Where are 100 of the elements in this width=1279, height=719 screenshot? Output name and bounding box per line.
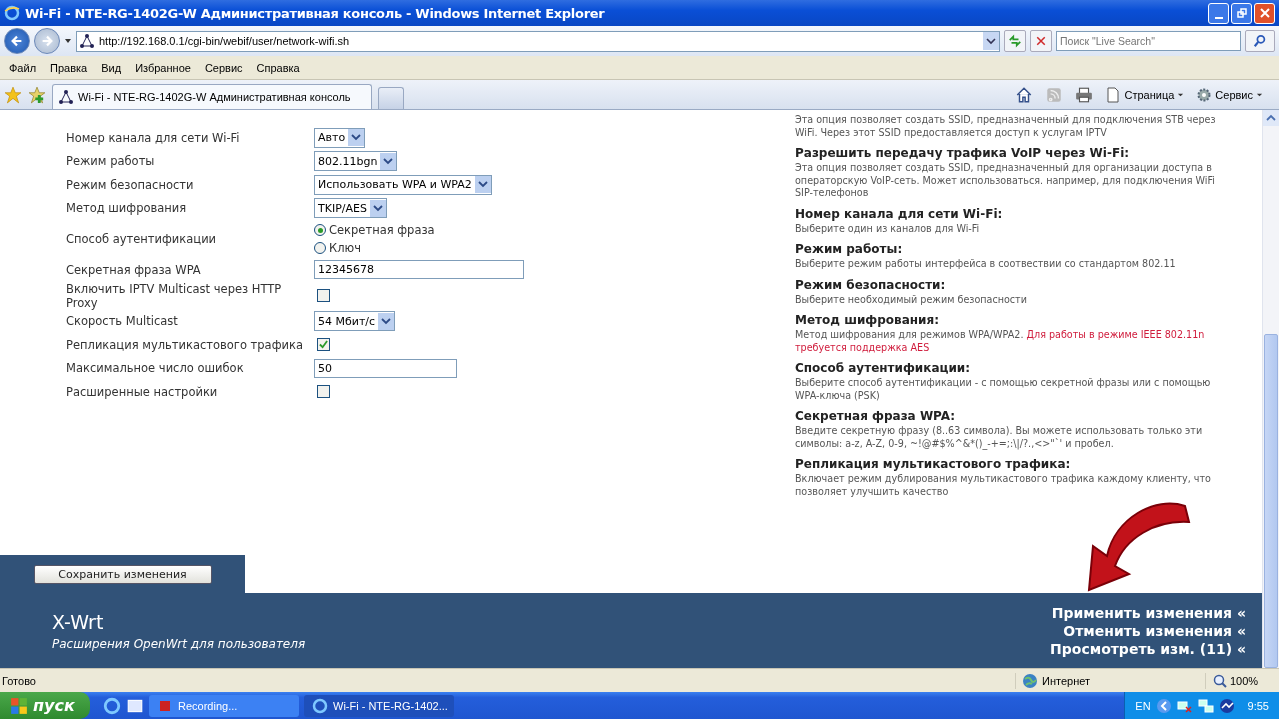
help-text: Метод шифрования для режимов WPA/WPA2. Для работы в режиме IEEE 802.11n требуется поддержка AES [795,329,1206,354]
help-text: Выберите режим работы интерфейса в соотвествии со стандартом 802.11 [795,258,1177,271]
footer-link[interactable]: Отменить изменения « [1063,622,1246,639]
footer-link[interactable]: Применить изменения « [1051,604,1246,621]
help-heading: Режим работы: [795,241,904,258]
network-icon [79,33,95,49]
browser-logo-icon [4,5,20,21]
search-button[interactable] [1245,30,1275,52]
security-zone: Интернет [1015,672,1205,689]
brand-tagline: Расширения OpenWrt для пользователя [52,636,306,651]
scrollbar[interactable] [1262,110,1279,668]
add-favorite-icon[interactable] [28,85,46,104]
help-heading: Способ аутентификации: [795,360,971,377]
browser-logo-icon [312,697,328,714]
stop-icon [1035,35,1047,47]
radio-label: Ключ [329,241,361,255]
page-icon [1105,86,1122,103]
field-label: Репликация мультикастового трафика [66,337,304,352]
start-button[interactable]: пуск [0,692,90,719]
brand-name: X-Wrt [52,610,105,633]
chevron-left-icon[interactable] [1155,697,1172,714]
footer-link[interactable]: Просмотреть изм. (11) « [1050,640,1246,657]
dropdown[interactable]: Использовать WPA и WPA2 [314,174,492,195]
caret-icon [1256,91,1263,98]
field-label: Расширенные настройки [66,384,219,399]
field-label: Включить IPTV Multicast через HTTP Proxy [66,281,283,310]
help-text: Включает режим дублирования мультикастового трафика каждому клиенту, что позволяет улучшить качество [795,473,1212,498]
field-label: Способ аутентификации [66,232,218,246]
field-label: Секретная фраза WPA [66,262,202,277]
menu-item[interactable]: Избранное [128,59,198,76]
close-button[interactable] [1254,2,1275,24]
help-text: Введите секретную фразу (8..63 символа). Вы можете использовать только эти символы: a-z, A-Z, 0-9, ~!@#$%^&*()_-+=;:\|/?.,<>"`' и пробел. [795,425,1204,450]
menu-item[interactable]: Правка [43,59,95,76]
dropdown[interactable]: TKIP/AES [314,198,387,219]
caret-icon [1177,91,1185,98]
stop-button[interactable] [1030,30,1052,52]
text-field[interactable]: 50 [314,358,457,378]
menu-item[interactable]: Справка [249,59,307,76]
status-text: Готово [2,674,37,687]
restore-button[interactable] [1231,2,1252,24]
dropdown[interactable]: 54 Мбит/с [314,311,396,332]
menu-item[interactable]: Сервис [197,59,250,76]
radio-button[interactable] [314,224,326,236]
search-icon [1253,34,1267,48]
browser-launch-icon[interactable] [103,696,121,715]
restore-icon [1236,8,1247,18]
radio-button[interactable] [314,242,326,254]
minimize-button[interactable] [1208,2,1229,24]
connection-icon[interactable] [1218,697,1235,714]
dropdown[interactable]: 802.11bgn [314,151,398,172]
search-field[interactable]: Поиск "Live Search" [1056,31,1241,51]
checkbox[interactable] [317,385,330,399]
caret-icon[interactable] [64,37,72,45]
text-field[interactable]: 12345678 [314,260,524,280]
checkbox[interactable] [317,338,330,352]
refresh-icon [1008,34,1022,48]
back-arrow-icon [10,34,24,48]
taskbar-task[interactable]: Wi-Fi - NTE-RG-1402... [304,694,454,717]
back-button[interactable] [4,28,30,54]
radio-label: Секретная фраза [329,223,435,237]
help-heading: Секретная фраза WPA: [795,408,957,425]
help-text: Выберите необходимый режим безопасности [795,293,1028,306]
address-field[interactable]: http://192.168.0.1/cgi-bin/webif/user/network-wifi.sh [76,30,1000,52]
printer-icon[interactable] [1075,85,1094,104]
help-text: Эта опция позволяет создать SSID, предназначенный для подключения STB через WiFi. Через этот SSID предоставляется доступ к услугам IPTV [795,114,1217,139]
help-heading: Номер канала для сети Wi-Fi: [795,205,1004,223]
help-text: Выберите способ аутентификации - с помощью секретной фразы или с помощью WPA-ключа (PSK) [795,377,1212,402]
magnifier-icon [1212,672,1228,689]
refresh-button[interactable] [1004,30,1026,52]
help-text: Выберите один из каналов для Wi-Fi [795,222,981,235]
menu-item[interactable]: Вид [94,59,129,76]
save-button[interactable]: Сохранить изменения [33,564,212,584]
zoom-level[interactable]: 100% [1205,672,1275,689]
field-label: Режим работы [66,154,156,169]
dropdown[interactable]: Авто [314,127,366,148]
field-label: Максимальное число ошибок [66,361,245,376]
field-label: Режим безопасности [66,177,195,192]
field-label: Номер канала для сети Wi-Fi [66,130,241,145]
home-icon[interactable] [1015,85,1034,104]
help-text: Эта опция позволяет создать SSID, предназначенный для организации доступа в операторскую VoIP-сеть. Может использоваться. например, для подключения WiFi SIP-телефонов [795,162,1216,200]
help-heading: Разрешить передачу трафика VoIP через Wi-Fi: [795,145,1131,162]
globe-icon [1022,672,1038,689]
forward-arrow-icon [40,34,54,48]
taskbar-task[interactable]: Recording... [149,694,299,717]
menu-item[interactable]: Файл [2,59,44,76]
field-label: Скорость Multicast [66,314,179,329]
scroll-up-icon[interactable] [1263,110,1279,126]
gear-icon [1196,86,1213,103]
command-menu[interactable]: Страница [1105,86,1185,103]
clock: 9:55 [1247,699,1269,712]
browser-tab[interactable]: Wi-Fi - NTE-RG-1402G-W Административная консоль [52,84,372,109]
favorites-star-icon[interactable] [4,85,22,104]
close-icon [1259,8,1270,18]
checkmark-icon [319,340,328,350]
minimize-icon [1214,16,1223,19]
help-heading: Метод шифрования: [795,312,940,329]
help-heading: Репликация мультикастового трафика: [795,456,1072,473]
help-heading: Режим безопасности: [795,276,947,294]
checkbox[interactable] [317,289,330,302]
command-menu[interactable]: Сервис [1196,86,1263,103]
